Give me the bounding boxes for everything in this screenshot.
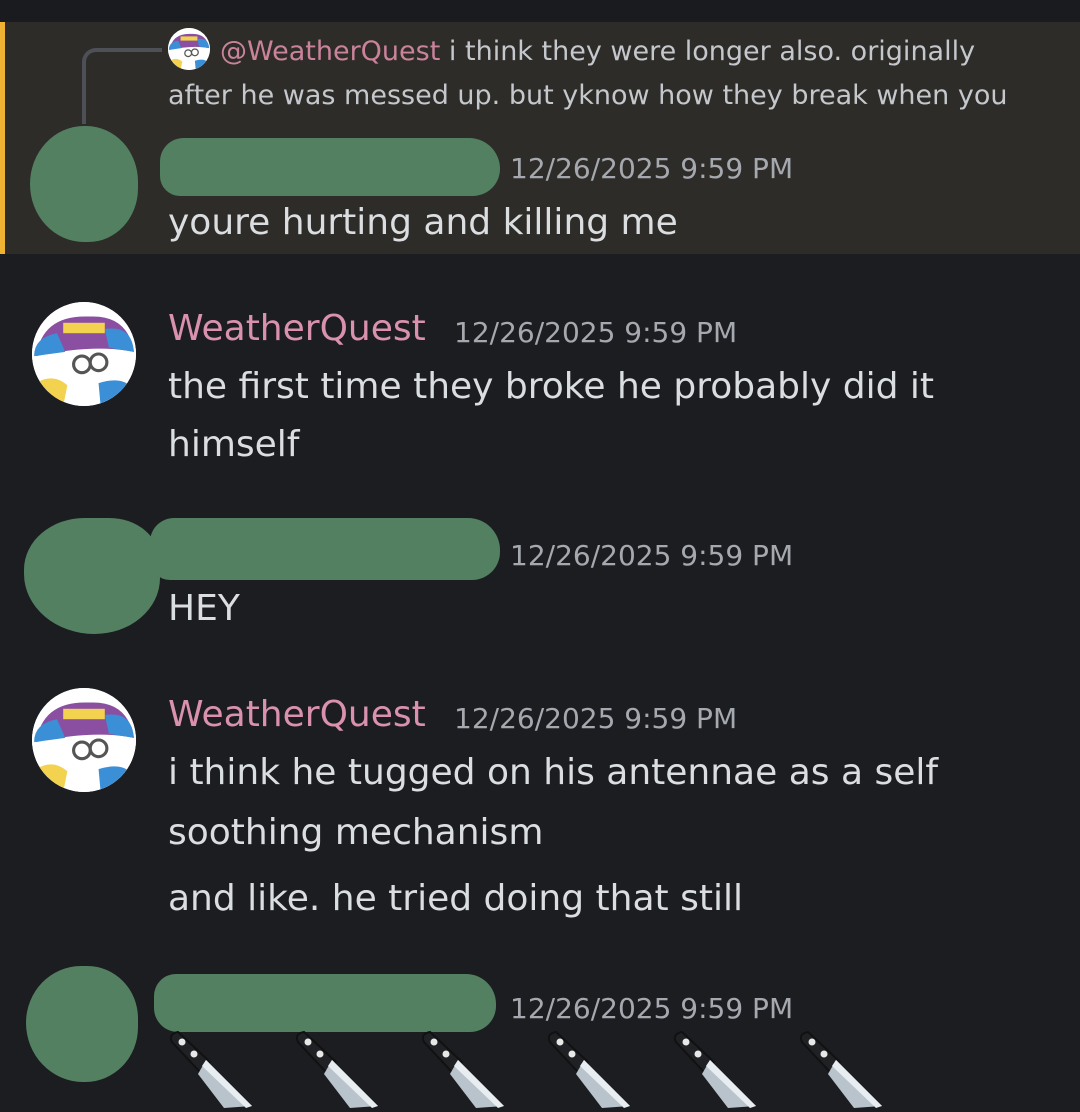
message-text: i think he tugged on his antennae as a s… [168, 752, 939, 793]
user-avatar[interactable] [32, 688, 136, 792]
message-timestamp: 12/26/2025 9:59 PM [454, 702, 738, 735]
message-timestamp: 12/26/2025 9:59 PM [454, 316, 738, 349]
redacted-avatar [26, 966, 138, 1082]
message-text: soothing mechanism [168, 812, 544, 853]
message-text: and like. he tried doing that still [168, 878, 743, 919]
redacted-avatar [30, 126, 138, 242]
reply-mention[interactable]: @WeatherQuest [220, 36, 440, 67]
top-strip [0, 0, 1080, 22]
knife-icon[interactable] [544, 1028, 634, 1108]
knife-icon[interactable] [292, 1028, 382, 1108]
message-text: HEY [168, 588, 240, 629]
redacted-username [160, 138, 500, 196]
message-timestamp: 12/26/2025 9:59 PM [510, 152, 794, 185]
user-avatar[interactable] [32, 302, 136, 406]
message-text: the first time they broke he probably di… [168, 366, 935, 407]
redacted-username [150, 518, 500, 580]
redacted-avatar [24, 518, 160, 634]
knife-icon[interactable] [166, 1028, 256, 1108]
message-timestamp: 12/26/2025 9:59 PM [510, 539, 794, 572]
redacted-username [154, 974, 496, 1032]
reply-preview[interactable]: @WeatherQuest i think they were longer a… [168, 30, 1028, 118]
message-text: youre hurting and killing me [168, 202, 678, 243]
knife-icon[interactable] [670, 1028, 760, 1108]
message-timestamp: 12/26/2025 9:59 PM [510, 992, 794, 1025]
knife-icon[interactable] [796, 1028, 886, 1108]
message-text: himself [168, 424, 300, 465]
knife-icon[interactable] [418, 1028, 508, 1108]
reply-connector-line [82, 48, 162, 124]
username[interactable]: WeatherQuest [168, 308, 426, 349]
username[interactable]: WeatherQuest [168, 694, 426, 735]
